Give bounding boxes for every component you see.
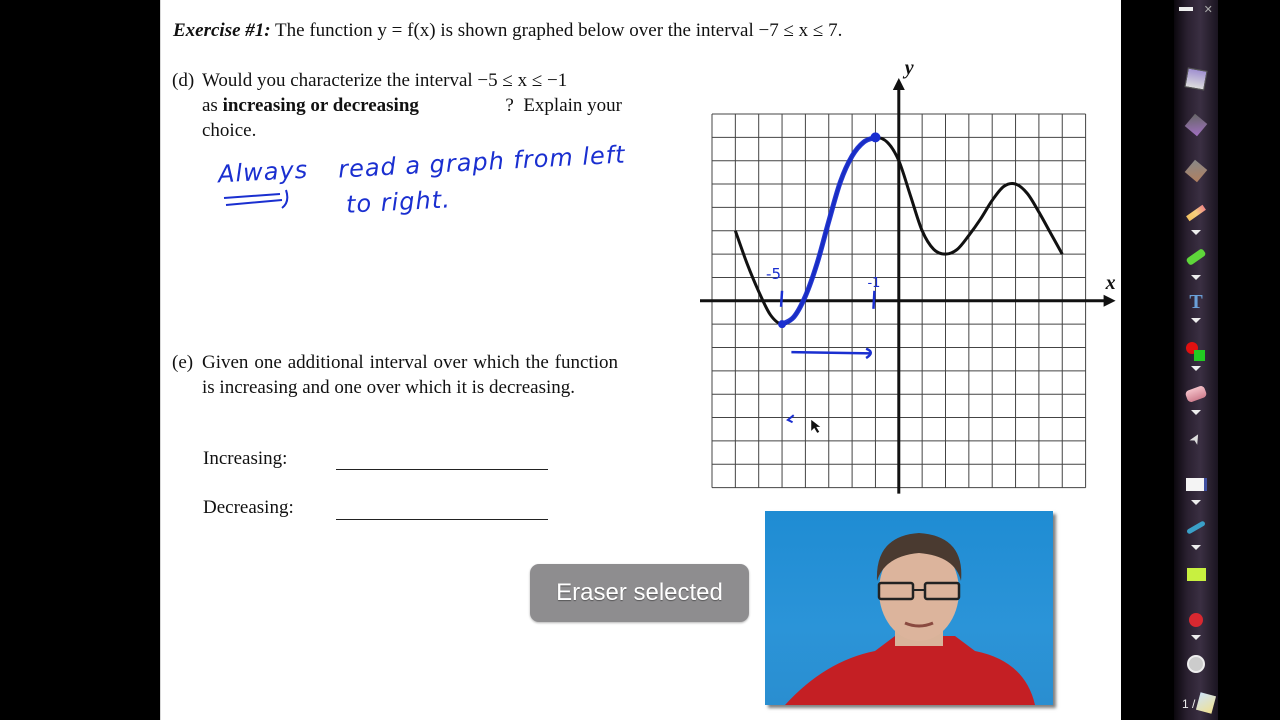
line-tool-button[interactable] bbox=[1174, 516, 1218, 538]
filled-rectangle-icon bbox=[1186, 567, 1206, 581]
arrow-pointer-icon: ➤ bbox=[1186, 429, 1206, 449]
handwriting-line2: to right. bbox=[345, 185, 452, 219]
question-d-emphasis: increasing or decreasing bbox=[222, 95, 419, 116]
highlighter-tool-button[interactable] bbox=[1174, 246, 1218, 268]
increasing-label: Increasing: bbox=[203, 448, 288, 469]
pencil-icon bbox=[1186, 204, 1206, 222]
presenter-video bbox=[785, 533, 1035, 705]
left-to-right-arrow bbox=[791, 347, 872, 360]
previous-page-button[interactable] bbox=[1174, 112, 1218, 138]
line-tool-icon bbox=[1186, 519, 1206, 535]
text-options-caret[interactable] bbox=[1191, 318, 1201, 323]
mouse-cursor-icon bbox=[811, 419, 821, 433]
color-picker-button[interactable] bbox=[1174, 340, 1218, 364]
webcam-video-feed bbox=[765, 511, 1053, 705]
minimize-icon[interactable] bbox=[1179, 7, 1194, 11]
save-button[interactable] bbox=[1174, 66, 1218, 92]
interval-start-point bbox=[778, 320, 787, 329]
question-d-label: (d) bbox=[172, 70, 195, 91]
function-graph: x y -5 -1 bbox=[700, 57, 1116, 494]
decreasing-label: Decreasing: bbox=[203, 497, 294, 518]
question-e-text: Given one additional interval over which… bbox=[202, 352, 618, 398]
exercise-label: Exercise #1: bbox=[173, 20, 271, 41]
pointer-tool-button[interactable]: ➤ bbox=[1174, 428, 1218, 450]
color-swatch-icon bbox=[1186, 342, 1206, 362]
question-d-line2: as increasing or decreasing ? Explain yo… bbox=[202, 95, 622, 116]
decreasing-answer-field[interactable] bbox=[336, 519, 548, 520]
webcam-button[interactable] bbox=[1174, 652, 1218, 676]
floppy-disk-icon bbox=[1184, 67, 1208, 91]
pen-tool-button[interactable] bbox=[1174, 202, 1218, 224]
page-forward-icon bbox=[1184, 159, 1208, 183]
highlighter-options-caret[interactable] bbox=[1191, 275, 1201, 280]
close-icon[interactable]: ✕ bbox=[1204, 3, 1213, 16]
question-e: (e) Given one additional interval over w… bbox=[172, 350, 632, 430]
highlighter-icon bbox=[1185, 247, 1207, 267]
question-d-line1: Would you characterize the interval −5 ≤… bbox=[202, 70, 568, 91]
x-axis-arrowhead bbox=[1103, 294, 1116, 307]
pen-options-caret[interactable] bbox=[1191, 230, 1201, 235]
interval-end-point bbox=[870, 132, 881, 143]
eraser-selected-toast: Eraser selected bbox=[530, 564, 749, 622]
annotation-minus-1: -1 bbox=[867, 276, 880, 291]
background-button[interactable] bbox=[1174, 473, 1218, 495]
record-options-caret[interactable] bbox=[1191, 635, 1201, 640]
partial-handwriting-mark bbox=[786, 414, 795, 424]
x-axis-label: x bbox=[1105, 272, 1116, 294]
graph-axes bbox=[700, 78, 1116, 494]
record-icon bbox=[1189, 613, 1203, 627]
question-d-line3: choice. bbox=[202, 120, 257, 141]
eraser-tool-button[interactable] bbox=[1174, 382, 1218, 406]
handwriting-always: Always bbox=[217, 155, 309, 189]
annotation-minus-5: -5 bbox=[766, 265, 781, 283]
increasing-answer-field[interactable] bbox=[336, 469, 548, 470]
shape-tool-button[interactable] bbox=[1174, 563, 1218, 585]
page-back-icon bbox=[1184, 113, 1208, 137]
eraser-icon bbox=[1184, 384, 1208, 404]
annotation-toolbar: ✕ T ➤ bbox=[1174, 0, 1218, 720]
y-axis-arrowhead bbox=[892, 78, 905, 90]
handwriting-underline bbox=[223, 189, 289, 209]
question-d: (d) Would you characterize the interval … bbox=[172, 68, 632, 148]
text-tool-button[interactable]: T bbox=[1174, 290, 1218, 314]
text-tool-icon: T bbox=[1189, 290, 1203, 313]
whiteboard-icon bbox=[1185, 477, 1207, 491]
exercise-text: The function y = f(x) is shown graphed b… bbox=[275, 20, 843, 41]
background-options-caret[interactable] bbox=[1191, 500, 1201, 505]
presenter-shirt bbox=[785, 636, 1035, 705]
page-indicator: 1 / bbox=[1182, 697, 1196, 711]
eraser-options-caret[interactable] bbox=[1191, 410, 1201, 415]
record-button[interactable] bbox=[1174, 609, 1218, 631]
webcam-icon bbox=[1187, 655, 1205, 673]
color-options-caret[interactable] bbox=[1191, 366, 1201, 371]
next-page-button[interactable] bbox=[1174, 158, 1218, 184]
line-options-caret[interactable] bbox=[1191, 545, 1201, 550]
y-axis-label: y bbox=[903, 57, 914, 79]
question-e-label: (e) bbox=[172, 352, 194, 373]
exercise-title: Exercise #1: The function y = f(x) is sh… bbox=[173, 20, 842, 42]
